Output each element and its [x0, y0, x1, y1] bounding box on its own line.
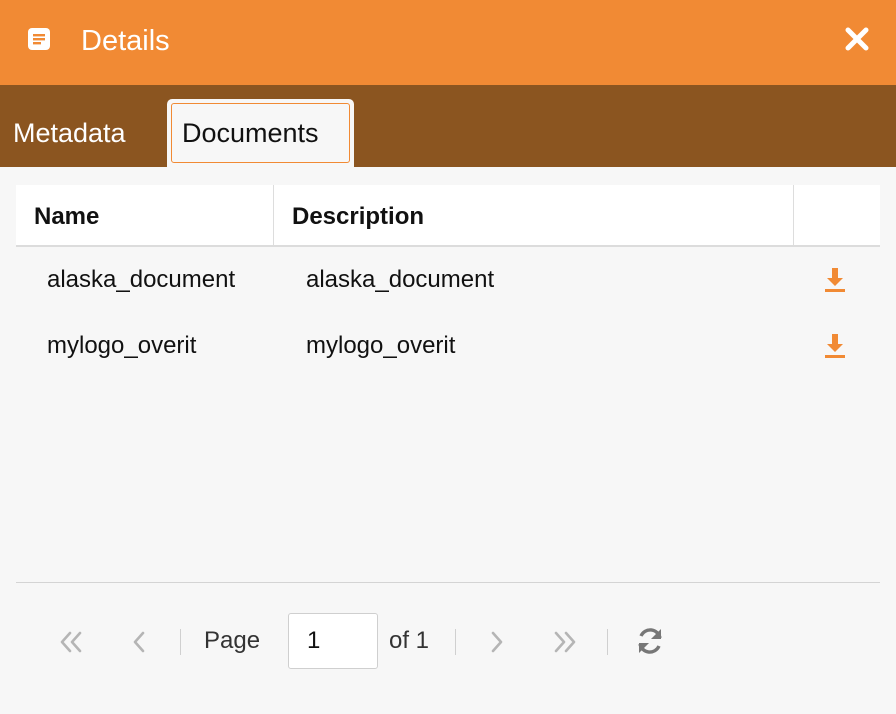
download-icon[interactable]: [822, 266, 848, 294]
column-header-name[interactable]: Name: [16, 185, 274, 245]
grid-header: Name Description: [16, 185, 880, 247]
cell-description: mylogo_overit: [306, 332, 456, 359]
tab-documents-label: Documents: [171, 103, 350, 163]
first-page-icon[interactable]: [56, 627, 86, 657]
page-label: Page: [204, 627, 261, 654]
pager-divider: [607, 629, 608, 655]
table-row: alaska_document alaska_document: [16, 247, 880, 313]
cell-description: alaska_document: [306, 266, 495, 293]
window-title: Details: [81, 25, 170, 57]
pager-divider: [180, 629, 181, 655]
next-page-icon[interactable]: [482, 627, 512, 657]
tab-bar: Metadata Documents: [0, 85, 896, 167]
last-page-icon[interactable]: [550, 627, 580, 657]
page-count-label: of 1: [389, 627, 430, 654]
column-header-description[interactable]: Description: [274, 185, 794, 245]
cell-name: alaska_document: [47, 266, 236, 293]
cell-name: mylogo_overit: [47, 332, 197, 359]
close-icon[interactable]: [840, 22, 874, 56]
pager-divider: [455, 629, 456, 655]
title-bar: Details: [0, 0, 896, 85]
prev-page-icon[interactable]: [124, 627, 154, 657]
document-icon: [28, 28, 50, 50]
page-number-input[interactable]: [288, 613, 378, 669]
pager: Page of 1: [16, 582, 880, 714]
table-row: mylogo_overit mylogo_overit: [16, 313, 880, 379]
grid-body: alaska_document alaska_document mylogo_o…: [16, 247, 880, 582]
download-icon[interactable]: [822, 332, 848, 360]
column-header-actions: [794, 185, 880, 245]
tab-documents[interactable]: Documents: [167, 99, 354, 167]
tab-metadata[interactable]: Metadata: [0, 99, 152, 167]
refresh-icon[interactable]: [634, 625, 666, 657]
